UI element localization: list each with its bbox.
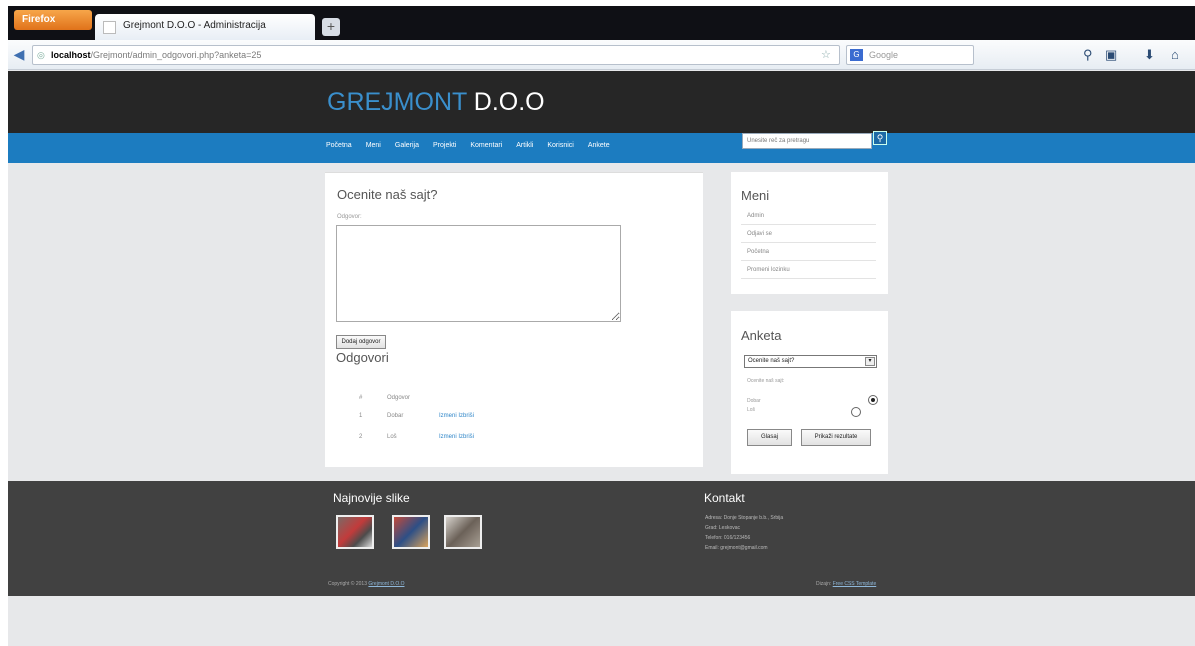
address-bar[interactable]: ◎ localhost/Grejmont/admin_odgovori.php?… [32,45,840,65]
page-icon [103,21,116,34]
navigation-bar: ◀ ◎ localhost/Grejmont/admin_odgovori.ph… [8,40,1195,70]
vote-button[interactable]: Glasaj [747,429,792,446]
contact-email: Email: grejmont@gmail.com [705,545,768,551]
poll-option-label: Loš [747,407,756,413]
sidebar-item-pocetna[interactable]: Početna [741,245,876,261]
poll-option-label: Dobar [747,398,761,404]
gallery-thumbnail[interactable] [336,515,374,549]
tab-bar: Firefox Grejmont D.O.O - Administracija … [8,6,1195,40]
back-arrow-icon[interactable]: ◀ [10,45,28,63]
answer-id: 2 [359,434,363,440]
sidebar-item-lozinka[interactable]: Promeni lozinku [741,263,876,279]
sidebar-item-admin[interactable]: Admin [741,209,876,225]
answer-text: Dobar [387,413,404,419]
browser-tab[interactable]: Grejmont D.O.O - Administracija [95,14,315,40]
firefox-menu-button[interactable]: Firefox [14,10,92,30]
design-credit: Dizajn: Free CSS Template [816,581,876,587]
contact-city: Grad: Leskovac [705,525,741,531]
sidebar-item-odjavi[interactable]: Odjavi se [741,227,876,243]
gallery-thumbnail[interactable] [444,515,482,549]
main-menu-bar: Početna Meni Galerija Projekti Komentari… [8,131,1195,163]
poll-option-radio-los[interactable] [851,407,861,417]
menu-item-komentari[interactable]: Komentari [470,142,502,149]
menu-item-ankete[interactable]: Ankete [588,142,610,149]
menu-item-pocetna[interactable]: Početna [326,142,352,149]
site-search-button[interactable]: ⚲ [873,131,887,145]
answers-title: Odgovori [336,350,389,365]
design-link[interactable]: Free CSS Template [833,581,877,587]
tab-title: Grejmont D.O.O - Administracija [123,20,266,31]
answers-header-id: # [359,395,363,401]
recent-images-title: Najnovije slike [333,491,410,505]
main-menu: Početna Meni Galerija Projekti Komentari… [326,142,610,149]
site-footer: Najnovije slike Kontakt Adresa: Donje St… [8,481,1195,596]
answers-header-text: Odgovor [387,395,411,401]
answer-label: Odgovor: [337,214,362,220]
search-icon: ⚲ [876,133,884,143]
url-path: /Grejmont/admin_odgovori.php?anketa=25 [90,50,262,60]
gallery-thumbnail[interactable] [392,515,430,549]
copyright-text: Copyright © 2013 [328,581,367,587]
site-header: GREJMONT D.O.O [8,71,1195,133]
copyright: Copyright © 2013 Grejmont D.O.O [328,581,405,587]
menu-item-galerija[interactable]: Galerija [395,142,419,149]
sidebar-menu-panel: Meni Admin Odjavi se Početna Promeni loz… [731,172,888,294]
answer-actions-link[interactable]: Izmeni Izbriši [439,434,519,440]
menu-item-projekti[interactable]: Projekti [433,142,456,149]
poll-question: Ocenite naš sajt: [747,378,785,384]
answer-text: Loš [387,434,397,440]
menu-item-meni[interactable]: Meni [366,142,381,149]
chevron-down-icon[interactable]: ▾ [865,357,875,366]
url-host: localhost [51,50,91,60]
site-search-input[interactable]: Unesite reč za pretragu [742,133,872,149]
menu-item-korisnici[interactable]: Korisnici [547,142,573,149]
main-panel: Ocenite naš sajt? Odgovor: Dodaj odgovor… [325,172,703,467]
new-tab-button[interactable]: + [322,18,340,36]
contact-address: Adresa: Donje Stopanje b.b., Srbija [705,515,784,521]
poll-select[interactable]: Ocenite naš sajt? ▾ [744,355,877,368]
menu-item-artikli[interactable]: Artikli [516,142,533,149]
copyright-link[interactable]: Grejmont D.O.O [368,581,404,587]
download-icon[interactable]: ⬇ [1144,47,1155,63]
sidebar-menu-title: Meni [741,188,770,203]
question-title: Ocenite naš sajt? [337,187,438,202]
search-icon[interactable]: ⚲ [1083,47,1093,63]
browser-search-input[interactable]: G Google [846,45,974,65]
search-engine-icon[interactable]: G [850,49,863,61]
contact-title: Kontakt [704,491,745,505]
contact-phone: Telefon: 016/123456 [705,535,751,541]
site-title-part2: D.O.O [473,88,545,116]
answer-actions-link[interactable]: Izmeni Izbriši [439,413,519,419]
poll-option-radio-dobar[interactable] [868,395,878,405]
poll-panel: Anketa Ocenite naš sajt? ▾ Ocenite naš s… [731,311,888,474]
add-answer-button[interactable]: Dodaj odgovor [336,335,386,349]
page-icon[interactable]: ▣ [1105,47,1117,63]
design-text: Dizajn: [816,581,832,587]
poll-select-value: Ocenite naš sajt? [748,358,795,364]
show-results-button[interactable]: Prikaži rezultate [801,429,871,446]
poll-title: Anketa [741,328,782,343]
site-identity-icon[interactable]: ◎ [37,46,45,64]
home-icon[interactable]: ⌂ [1171,47,1179,62]
star-icon[interactable]: ☆ [821,46,831,64]
answer-textarea[interactable] [336,225,621,322]
browser-window: Firefox Grejmont D.O.O - Administracija … [8,6,1195,646]
answer-id: 1 [359,413,363,419]
search-placeholder: Google [869,50,899,60]
site-title-part1: GREJMONT [327,88,467,116]
site-title[interactable]: GREJMONT D.O.O [327,88,545,117]
